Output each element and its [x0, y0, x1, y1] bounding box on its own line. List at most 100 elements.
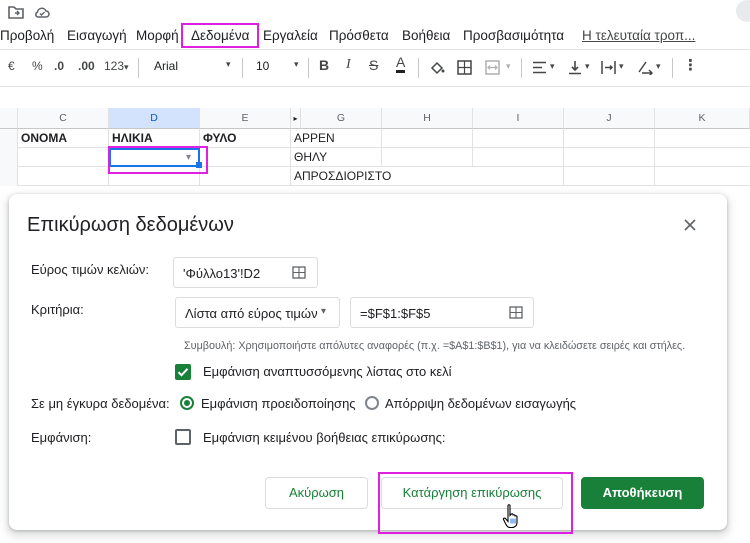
folder-move-icon[interactable]: [7, 3, 25, 21]
last-edit-link[interactable]: Η τελευταία τροπ...: [582, 28, 695, 43]
toolbar-divider: [672, 58, 673, 78]
borders-icon[interactable]: [457, 60, 472, 75]
menu-format[interactable]: Μορφή: [136, 28, 179, 43]
cell-c1[interactable]: ΟΝΟΜΑ: [18, 129, 109, 148]
criteria-type-select[interactable]: Λίστα από εύρος τιμών ▾: [175, 297, 340, 328]
menu-divider: [0, 49, 750, 50]
chevron-down-icon: ▾: [585, 61, 590, 71]
cell-j2[interactable]: [564, 148, 655, 167]
cell-i1[interactable]: [473, 129, 564, 148]
column-header-g[interactable]: G: [301, 108, 382, 129]
cancel-button[interactable]: Ακύρωση: [265, 477, 368, 509]
help-text-checkbox[interactable]: [175, 429, 191, 445]
column-header-j[interactable]: J: [564, 108, 655, 129]
show-dropdown-checkbox[interactable]: [175, 364, 191, 380]
column-header-i[interactable]: I: [473, 108, 564, 129]
currency-button[interactable]: €: [8, 59, 15, 73]
chevron-down-icon: ▾: [124, 62, 129, 72]
menu-bar: Προβολή Εισαγωγή Μορφή Δεδομένα Εργαλεία…: [0, 24, 750, 48]
column-header-k[interactable]: K: [655, 108, 750, 129]
select-range-icon[interactable]: [292, 266, 306, 279]
chevron-down-icon: ▾: [321, 306, 327, 317]
row-header[interactable]: [0, 148, 18, 167]
cell-g2[interactable]: ΘΗΛΥ: [291, 148, 382, 167]
criteria-range-value: =$F$1:$F$5: [360, 306, 431, 321]
select-range-icon[interactable]: [509, 306, 523, 319]
menu-help[interactable]: Βοήθεια: [402, 28, 450, 43]
highlight-cell-d2: [108, 146, 208, 174]
cell-h2[interactable]: [382, 148, 473, 167]
cell-i2[interactable]: [473, 148, 564, 167]
number-format-button[interactable]: 123▾: [104, 59, 129, 73]
row-header[interactable]: [0, 129, 18, 148]
toolbar-divider: [418, 58, 419, 78]
checkmark-icon: [177, 368, 189, 377]
help-text-label: Εμφάνιση κειμένου βοήθειας επικύρωσης:: [203, 430, 446, 445]
cell-e3[interactable]: [200, 167, 291, 186]
hand-cursor-icon: [502, 504, 518, 529]
show-warning-radio[interactable]: [180, 396, 194, 410]
column-header-h[interactable]: H: [382, 108, 473, 129]
fill-color-icon[interactable]: [429, 60, 445, 76]
decrease-decimal-button[interactable]: .0: [54, 59, 64, 73]
cell-c2[interactable]: [18, 148, 109, 167]
invalid-data-label: Σε μη έγκυρα δεδομένα:: [31, 396, 170, 411]
cell-g3[interactable]: ΑΠΡΟΣΔΙΟΡΙΣΤΟ: [291, 167, 411, 186]
text-wrap-icon[interactable]: [601, 60, 616, 75]
cell-j1[interactable]: [564, 129, 655, 148]
account-avatar[interactable]: [736, 0, 750, 22]
italic-icon[interactable]: I: [346, 57, 351, 73]
cell-g1[interactable]: ΑΡΡΕΝ: [291, 129, 382, 148]
vertical-align-icon[interactable]: [568, 60, 582, 75]
top-icon-bar: [0, 0, 750, 24]
cell-e2[interactable]: [200, 148, 291, 167]
row-header[interactable]: [0, 167, 18, 186]
cell-h1[interactable]: [382, 129, 473, 148]
chevron-down-icon: ▾: [506, 61, 511, 71]
chevron-down-icon: ▾: [656, 61, 661, 71]
increase-decimal-button[interactable]: .00: [78, 59, 95, 73]
cell-range-value: 'Φύλλο13'!D2: [183, 266, 261, 281]
absolute-reference-hint: Συμβουλή: Χρησιμοποιήστε απόλυτες αναφορ…: [184, 340, 686, 352]
cell-c3[interactable]: [18, 167, 109, 186]
strikethrough-icon[interactable]: S: [369, 57, 378, 73]
percent-button[interactable]: %: [32, 59, 43, 73]
number-format-label: 123: [104, 59, 125, 73]
font-size-value: 10: [256, 59, 270, 73]
save-button[interactable]: Αποθήκευση: [581, 477, 704, 509]
toolbar: € % .0 .00 123▾ Arial ▾ 10 ▾ B I S A ▾ ▾…: [0, 52, 750, 84]
data-validation-dialog: Επικύρωση δεδομένων Εύρος τιμών κελιών: …: [9, 194, 727, 530]
cell-range-label: Εύρος τιμών κελιών:: [31, 262, 150, 277]
font-family-select[interactable]: Arial ▾: [154, 58, 234, 78]
cell-e1[interactable]: ΦΥΛΟ: [200, 129, 291, 148]
menu-tools[interactable]: Εργαλεία: [263, 28, 318, 43]
column-header-d[interactable]: D: [109, 108, 200, 129]
more-options-icon[interactable]: ⋮: [683, 56, 698, 74]
cell-j3[interactable]: [564, 167, 655, 186]
reject-input-radio[interactable]: [365, 396, 379, 410]
chevron-down-icon: ▾: [550, 61, 555, 71]
toolbar-divider: [138, 58, 139, 78]
text-color-icon[interactable]: A: [396, 55, 406, 73]
merge-cells-icon[interactable]: [485, 60, 500, 75]
cell-i3[interactable]: [473, 167, 564, 186]
menu-addons[interactable]: Πρόσθετα: [329, 28, 389, 43]
bold-icon[interactable]: B: [319, 57, 329, 73]
column-header-e[interactable]: E: [200, 108, 291, 129]
highlight-remove-button: [378, 472, 573, 534]
appearance-label: Εμφάνιση:: [31, 430, 92, 445]
font-family-value: Arial: [154, 59, 179, 73]
criteria-range-input[interactable]: =$F$1:$F$5: [350, 297, 534, 328]
close-icon[interactable]: [681, 216, 699, 234]
menu-accessibility[interactable]: Προσβασιμότητα: [463, 28, 564, 43]
horizontal-align-icon[interactable]: [532, 61, 547, 74]
menu-insert[interactable]: Εισαγωγή: [67, 28, 127, 43]
font-size-select[interactable]: 10 ▾: [256, 58, 302, 78]
column-header-c[interactable]: C: [18, 108, 109, 129]
menu-view[interactable]: Προβολή: [0, 28, 54, 43]
cloud-saved-icon[interactable]: [33, 3, 51, 21]
chevron-down-icon: ▾: [619, 61, 624, 71]
hidden-column-arrow-icon[interactable]: ▸: [291, 108, 301, 129]
cell-range-input[interactable]: 'Φύλλο13'!D2: [173, 257, 318, 288]
text-rotation-icon[interactable]: [637, 60, 653, 75]
